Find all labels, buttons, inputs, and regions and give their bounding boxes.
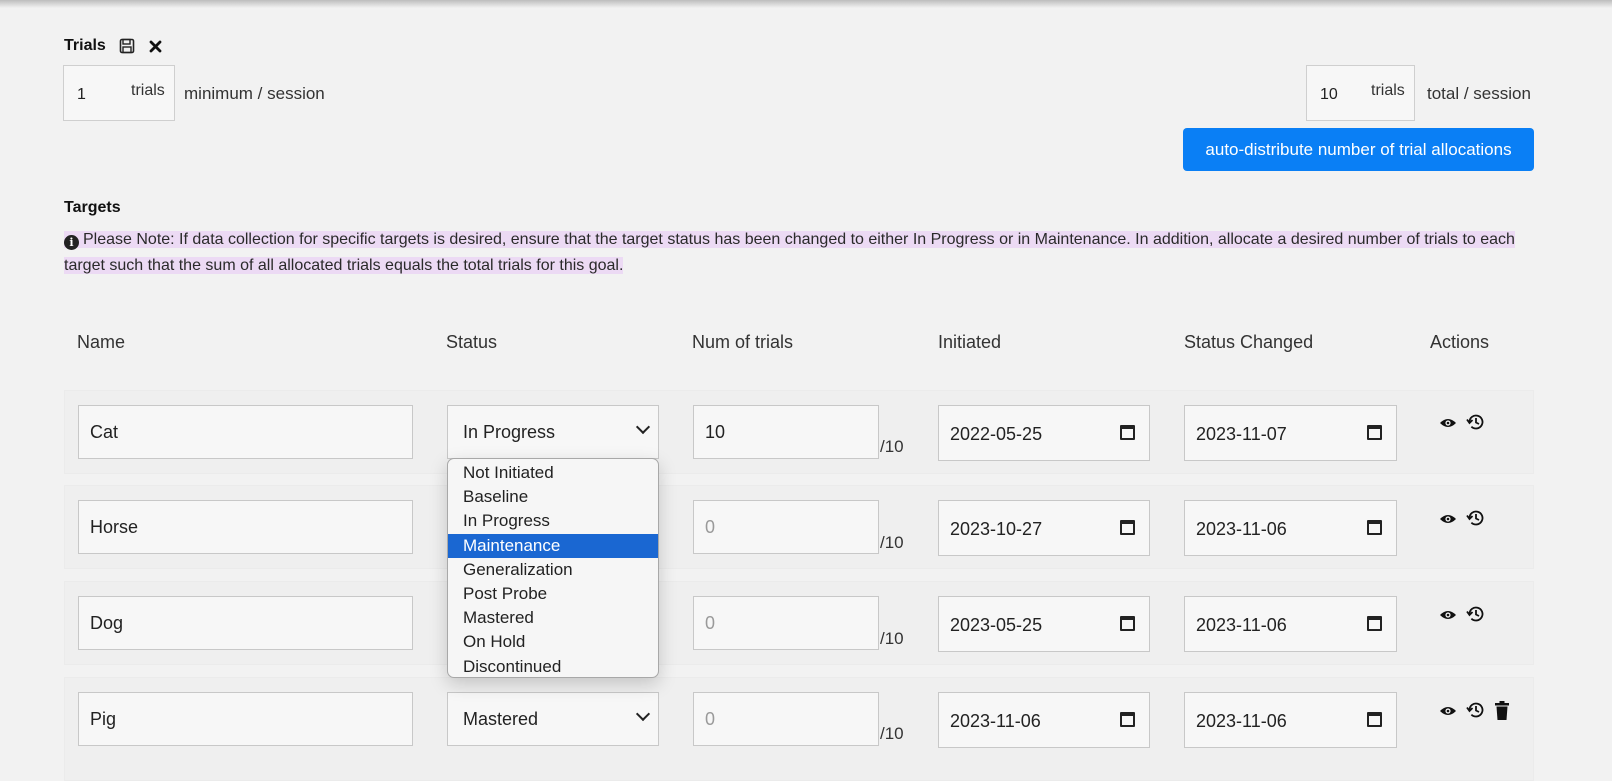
num-trials-input[interactable]: 10 <box>693 405 879 459</box>
target-name-input[interactable]: Dog <box>78 596 413 650</box>
num-trials-denominator: /10 <box>880 533 904 552</box>
col-header-actions: Actions <box>1430 332 1490 352</box>
history-icon[interactable] <box>1466 605 1485 623</box>
num-trials-input[interactable]: 0 <box>693 500 879 554</box>
status-changed-date-input[interactable]: 2023-11-06 <box>1184 500 1397 556</box>
num-trials-denominator: /10 <box>880 437 904 456</box>
status-select[interactable]: In Progress <box>447 405 659 459</box>
eye-icon[interactable] <box>1439 417 1457 429</box>
calendar-icon[interactable] <box>1120 616 1135 631</box>
dropdown-option[interactable]: Generalization <box>448 558 658 582</box>
num-trials-denominator: /10 <box>880 629 904 648</box>
calendar-icon[interactable] <box>1120 425 1135 440</box>
col-header-status: Status <box>446 332 498 352</box>
status-select[interactable]: Mastered <box>447 692 659 746</box>
total-trials-unit: trials <box>1371 82 1405 99</box>
col-header-initiated: Initiated <box>938 332 1002 352</box>
min-trials-unit: trials <box>131 82 165 99</box>
num-trials-input[interactable]: 0 <box>693 692 879 746</box>
initiated-date-value: 2023-11-06 <box>950 711 1041 731</box>
targets-note: i Please Note: If data collection for spe… <box>64 227 1524 279</box>
close-icon[interactable] <box>149 40 162 53</box>
targets-title: Targets <box>64 199 121 216</box>
calendar-icon[interactable] <box>1367 425 1382 440</box>
eye-icon[interactable] <box>1439 705 1457 717</box>
calendar-icon[interactable] <box>1367 520 1382 535</box>
min-trials-caption: minimum / session <box>184 84 325 103</box>
status-changed-date-input[interactable]: 2023-11-06 <box>1184 692 1397 748</box>
num-trials-input[interactable]: 0 <box>693 596 879 650</box>
col-header-status-changed: Status Changed <box>1184 332 1314 352</box>
status-changed-date-input[interactable]: 2023-11-06 <box>1184 596 1397 652</box>
target-name-input[interactable]: Horse <box>78 500 413 554</box>
initiated-date-value: 2023-05-25 <box>950 615 1043 635</box>
eye-icon[interactable] <box>1439 513 1457 525</box>
trials-title: Trials <box>64 37 106 54</box>
col-header-name: Name <box>77 332 126 352</box>
status-changed-date-value: 2023-11-07 <box>1196 424 1287 444</box>
info-icon: i <box>64 235 79 250</box>
eye-icon[interactable] <box>1439 609 1457 621</box>
initiated-date-value: 2022-05-25 <box>950 424 1043 444</box>
dropdown-option[interactable]: Mastered <box>448 606 658 630</box>
save-icon[interactable] <box>119 38 135 54</box>
status-select-value: In Progress <box>463 422 556 442</box>
auto-distribute-button[interactable]: auto-distribute number of trial allocati… <box>1183 128 1534 171</box>
initiated-date-input[interactable]: 2023-11-06 <box>938 692 1150 748</box>
status-changed-date-value: 2023-11-06 <box>1196 711 1287 731</box>
total-trials-input[interactable]: 10 trials <box>1306 65 1415 121</box>
history-icon[interactable] <box>1466 413 1485 431</box>
initiated-date-input[interactable]: 2022-05-25 <box>938 405 1150 461</box>
num-trials-denominator: /10 <box>880 724 904 743</box>
calendar-icon[interactable] <box>1120 712 1135 727</box>
dropdown-option[interactable]: In Progress <box>448 509 658 533</box>
trash-icon[interactable] <box>1494 701 1510 720</box>
initiated-date-value: 2023-10-27 <box>950 519 1043 539</box>
history-icon[interactable] <box>1466 701 1485 719</box>
history-icon[interactable] <box>1466 509 1485 527</box>
top-shadow <box>0 0 1612 8</box>
calendar-icon[interactable] <box>1120 520 1135 535</box>
dropdown-option[interactable]: Post Probe <box>448 582 658 606</box>
chevron-down-icon <box>635 706 651 722</box>
total-trials-value: 10 <box>1320 86 1338 103</box>
target-name-input[interactable]: Cat <box>78 405 413 459</box>
initiated-date-input[interactable]: 2023-10-27 <box>938 500 1150 556</box>
targets-note-text: Please Note: If data collection for spec… <box>64 231 1515 274</box>
status-changed-date-value: 2023-11-06 <box>1196 615 1287 635</box>
dropdown-option[interactable]: On Hold <box>448 630 658 654</box>
initiated-date-input[interactable]: 2023-05-25 <box>938 596 1150 652</box>
dropdown-option[interactable]: Baseline <box>448 485 658 509</box>
dropdown-option[interactable]: Discontinued <box>448 655 658 678</box>
status-dropdown-list[interactable]: Not Initiated Baseline In Progress Maint… <box>447 458 659 678</box>
calendar-icon[interactable] <box>1367 616 1382 631</box>
calendar-icon[interactable] <box>1367 712 1382 727</box>
status-changed-date-input[interactable]: 2023-11-07 <box>1184 405 1397 461</box>
dropdown-option-highlighted[interactable]: Maintenance <box>448 533 658 558</box>
status-changed-date-value: 2023-11-06 <box>1196 519 1287 539</box>
min-trials-value: 1 <box>77 86 86 103</box>
status-select-value: Mastered <box>463 709 539 729</box>
min-trials-input[interactable]: 1 trials <box>63 65 175 121</box>
col-header-num-trials: Num of trials <box>692 332 794 352</box>
total-trials-caption: total / session <box>1427 84 1531 103</box>
target-name-input[interactable]: Pig <box>78 692 413 746</box>
chevron-down-icon <box>635 419 651 435</box>
dropdown-option[interactable]: Not Initiated <box>448 461 658 485</box>
